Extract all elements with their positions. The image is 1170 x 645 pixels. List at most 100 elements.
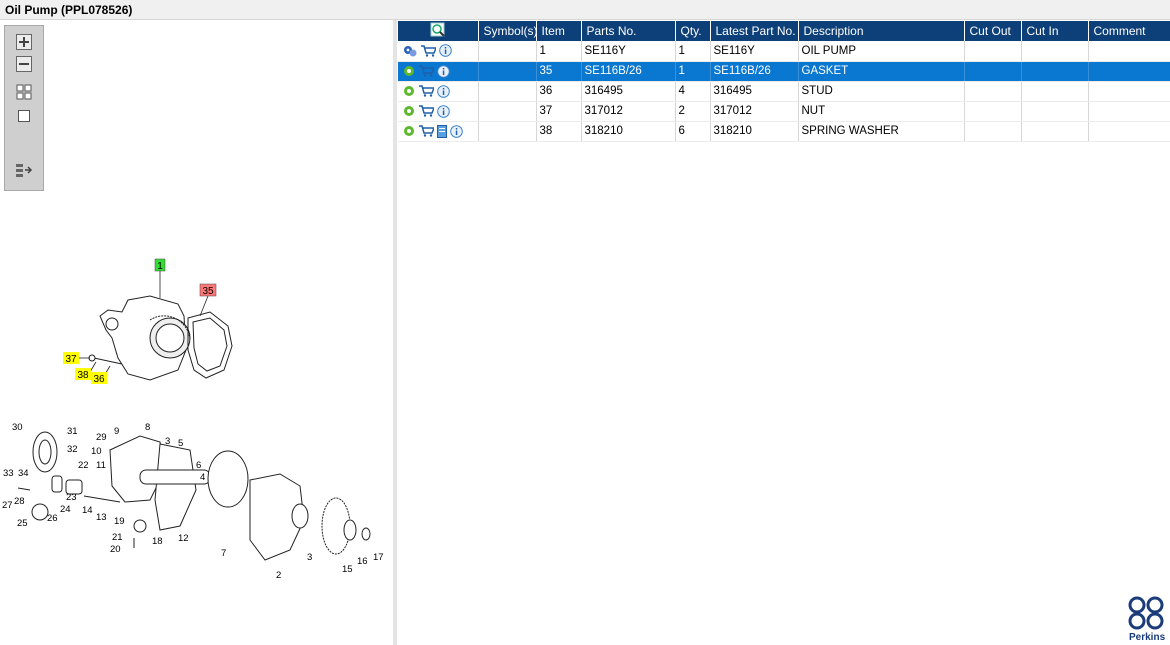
- row-actions-cell: [398, 61, 479, 82]
- table-row[interactable]: 38 318210 6 318210 SPRING WASHER: [398, 121, 1170, 142]
- cell-cut-out: [964, 101, 1022, 122]
- callout-label: 37: [65, 354, 77, 365]
- table-row[interactable]: 1 SE116Y 1 SE116Y OIL PUMP: [398, 41, 1170, 62]
- column-header-symbols[interactable]: Symbol(s): [478, 21, 538, 41]
- part-label: 31: [67, 426, 78, 437]
- info-button[interactable]: [437, 104, 450, 118]
- toggle-panel-button[interactable]: [13, 160, 35, 180]
- callout-36[interactable]: 36: [91, 372, 107, 385]
- part-label: 3: [307, 552, 312, 563]
- add-to-cart-button[interactable]: [418, 65, 434, 77]
- actual-size-button[interactable]: [13, 106, 35, 126]
- part-label: 5: [178, 438, 183, 449]
- column-header-item[interactable]: Item: [536, 21, 582, 41]
- callout-38[interactable]: 38: [75, 368, 91, 381]
- zoom-out-button[interactable]: [13, 54, 35, 74]
- cell-symbols: [478, 101, 537, 122]
- cell-qty: 1: [675, 41, 711, 62]
- cell-cut-in: [1021, 41, 1089, 62]
- cell-description: OIL PUMP: [798, 41, 965, 62]
- brand-name: Perkins: [1129, 632, 1166, 643]
- part-details-button[interactable]: [403, 65, 415, 77]
- column-header-parts-no[interactable]: Parts No.: [581, 21, 676, 41]
- add-to-cart-button[interactable]: [418, 125, 434, 137]
- part-label: 8: [145, 422, 150, 433]
- row-actions-cell: [398, 81, 479, 102]
- cell-qty: 1: [675, 61, 711, 82]
- info-icon: [437, 64, 450, 78]
- add-to-cart-button[interactable]: [418, 105, 434, 117]
- part-details-button[interactable]: [403, 45, 417, 57]
- document-button[interactable]: [437, 124, 447, 138]
- callout-1[interactable]: 1: [154, 258, 166, 272]
- column-header-description[interactable]: Description: [798, 21, 965, 41]
- pump-assembly-drawing: [88, 295, 233, 381]
- part-label: 2: [276, 570, 281, 581]
- cart-icon: [419, 65, 434, 77]
- gear-icon: [404, 126, 414, 136]
- part-label: 33: [3, 468, 14, 479]
- info-button[interactable]: [450, 124, 463, 138]
- part-label: 34: [18, 468, 29, 479]
- callout-37[interactable]: 37: [63, 352, 79, 365]
- table-header: Symbol(s) Item Parts No. Qty. Latest Par…: [398, 21, 1170, 41]
- cell-latest-part-no: 316495: [710, 81, 799, 102]
- find-icon: [430, 22, 445, 37]
- part-label: 17: [373, 552, 384, 563]
- part-label: 27: [2, 500, 13, 511]
- info-icon: [437, 84, 450, 98]
- part-label: 26: [47, 513, 58, 524]
- table-row[interactable]: 37 317012 2 317012 NUT: [398, 101, 1170, 122]
- row-actions-cell: [398, 121, 479, 142]
- cell-symbols: [478, 121, 537, 142]
- part-label: 15: [342, 564, 353, 575]
- column-header-actions[interactable]: [398, 21, 479, 41]
- callout-35[interactable]: 35: [199, 283, 217, 297]
- cell-comment: [1088, 81, 1170, 102]
- row-actions-cell: [398, 41, 479, 62]
- cell-cut-out: [964, 41, 1022, 62]
- part-label: 24: [60, 504, 71, 515]
- info-button[interactable]: [437, 64, 450, 78]
- column-header-qty[interactable]: Qty.: [675, 21, 711, 41]
- zoom-in-button[interactable]: [13, 32, 35, 52]
- part-label: 22: [78, 460, 89, 471]
- add-to-cart-button[interactable]: [418, 85, 434, 97]
- info-button[interactable]: [439, 44, 452, 58]
- row-actions-cell: [398, 101, 479, 122]
- part-label: 21: [112, 532, 123, 543]
- part-label: 7: [221, 548, 226, 559]
- info-icon: [439, 44, 452, 58]
- cell-item: 1: [536, 41, 582, 62]
- table-row[interactable]: 35 SE116B/26 1 SE116B/26 GASKET: [398, 61, 1170, 82]
- cart-icon: [421, 45, 436, 57]
- fit-all-button[interactable]: [13, 82, 35, 102]
- callout-label: 35: [202, 286, 214, 297]
- part-details-button[interactable]: [403, 125, 415, 137]
- part-label: 10: [91, 446, 102, 457]
- cell-latest-part-no: SE116B/26: [710, 61, 799, 82]
- gear-icon: [404, 66, 414, 76]
- cell-description: SPRING WASHER: [798, 121, 965, 142]
- column-header-comment[interactable]: Comment: [1088, 21, 1170, 41]
- info-button[interactable]: [437, 84, 450, 98]
- diagram-pane[interactable]: 1 35 37 38 36 30 31 29 9 8 10 3 5 32 6 2…: [0, 20, 393, 645]
- part-details-button[interactable]: [403, 85, 415, 97]
- cell-item: 37: [536, 101, 582, 122]
- column-header-cut-out[interactable]: Cut Out: [964, 21, 1022, 41]
- parts-table: Symbol(s) Item Parts No. Qty. Latest Par…: [398, 21, 1170, 142]
- cell-comment: [1088, 61, 1170, 82]
- table-row[interactable]: 36 316495 4 316495 STUD: [398, 81, 1170, 102]
- add-to-cart-button[interactable]: [420, 45, 436, 57]
- part-label: 28: [14, 496, 25, 507]
- cell-cut-out: [964, 81, 1022, 102]
- cell-cut-out: [964, 121, 1022, 142]
- column-header-cut-in[interactable]: Cut In: [1021, 21, 1089, 41]
- cell-cut-in: [1021, 81, 1089, 102]
- part-label: 20: [110, 544, 121, 555]
- cell-symbols: [478, 61, 537, 82]
- exploded-view-diagram[interactable]: 1 35 37 38 36 30 31 29 9 8 10 3 5 32 6 2…: [0, 230, 393, 590]
- cell-latest-part-no: 317012: [710, 101, 799, 122]
- part-details-button[interactable]: [403, 105, 415, 117]
- column-header-latest-part-no[interactable]: Latest Part No.: [710, 21, 799, 41]
